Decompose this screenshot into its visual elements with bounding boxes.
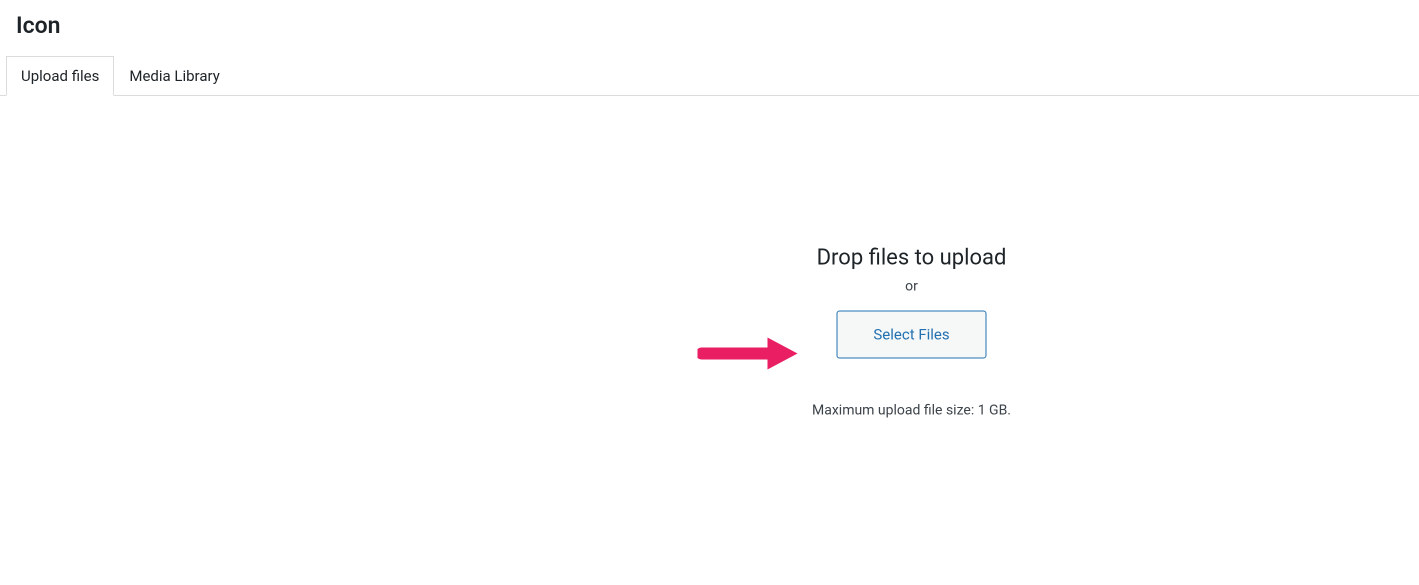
tabs-list: Upload files Media Library bbox=[0, 55, 1419, 95]
tabs-bar: Upload files Media Library bbox=[0, 55, 1419, 96]
page-title: Icon bbox=[0, 0, 1419, 39]
tab-media-library[interactable]: Media Library bbox=[114, 56, 234, 96]
upload-content-area: Drop files to upload or Select Files Max… bbox=[0, 96, 1419, 577]
drop-instructions-text: Drop files to upload bbox=[812, 245, 1011, 270]
or-text: or bbox=[812, 278, 1011, 294]
select-files-button[interactable]: Select Files bbox=[836, 310, 986, 358]
tab-upload-files[interactable]: Upload files bbox=[6, 56, 114, 96]
annotation-arrow-icon bbox=[697, 333, 797, 373]
max-upload-size-text: Maximum upload file size: 1 GB. bbox=[812, 402, 1011, 418]
uploader-ui: Drop files to upload or Select Files Max… bbox=[812, 245, 1011, 418]
